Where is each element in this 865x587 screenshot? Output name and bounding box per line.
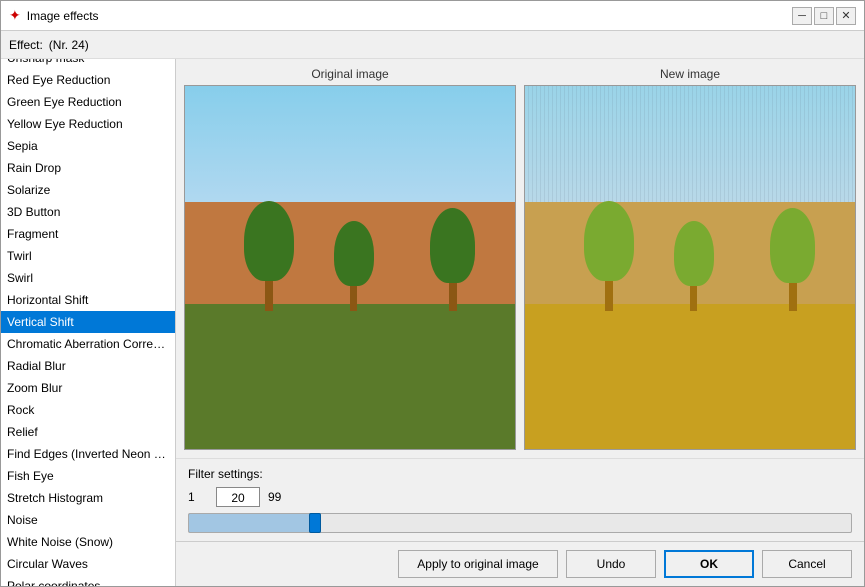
list-item[interactable]: Noise (1, 509, 175, 531)
list-item[interactable]: Green Eye Reduction (1, 91, 175, 113)
undo-button[interactable]: Undo (566, 550, 656, 578)
new-image (525, 86, 855, 449)
list-item[interactable]: Vertical Shift (1, 311, 175, 333)
slider-fill (189, 514, 315, 532)
list-item[interactable]: Unsharp mask (1, 59, 175, 69)
app-icon: ✦ (9, 7, 21, 24)
slider-min-value: 1 (188, 490, 208, 504)
bottom-buttons: Apply to original image Undo OK Cancel (176, 541, 864, 586)
cancel-button[interactable]: Cancel (762, 550, 852, 578)
filter-settings-label: Filter settings: (188, 467, 852, 481)
list-item[interactable]: Stretch Histogram (1, 487, 175, 509)
effect-row: Effect: (Nr. 24) (1, 31, 864, 59)
list-item[interactable]: Fragment (1, 223, 175, 245)
slider-thumb[interactable] (309, 513, 321, 533)
original-image-label: Original image (311, 67, 388, 81)
list-item[interactable]: Yellow Eye Reduction (1, 113, 175, 135)
ok-button[interactable]: OK (664, 550, 754, 578)
list-item[interactable]: Sepia (1, 135, 175, 157)
list-item[interactable]: Relief (1, 421, 175, 443)
effects-list[interactable]: BlurGaussian BlurFast Gaussian BlurBlur … (1, 59, 175, 586)
maximize-button[interactable]: □ (814, 7, 834, 25)
title-buttons: ─ □ ✕ (792, 7, 856, 25)
left-panel: BlurGaussian BlurFast Gaussian BlurBlur … (1, 59, 176, 586)
list-item[interactable]: Find Edges (Inverted Neon edge) (1, 443, 175, 465)
close-button[interactable]: ✕ (836, 7, 856, 25)
list-item[interactable]: Radial Blur (1, 355, 175, 377)
title-bar: ✦ Image effects ─ □ ✕ (1, 1, 864, 31)
list-item[interactable]: 3D Button (1, 201, 175, 223)
original-image-section: Original image (184, 67, 516, 450)
list-item[interactable]: Swirl (1, 267, 175, 289)
slider-row: 1 20 99 (188, 487, 852, 507)
slider-max-value: 99 (268, 490, 288, 504)
list-item[interactable]: Red Eye Reduction (1, 69, 175, 91)
list-item[interactable]: Fish Eye (1, 465, 175, 487)
main-window: ✦ Image effects ─ □ ✕ Effect: (Nr. 24) B… (0, 0, 865, 587)
new-image-box (524, 85, 856, 450)
apply-button[interactable]: Apply to original image (398, 550, 558, 578)
new-image-label: New image (660, 67, 720, 81)
slider-current-value[interactable]: 20 (216, 487, 260, 507)
list-item[interactable]: Zoom Blur (1, 377, 175, 399)
title-bar-left: ✦ Image effects (9, 7, 99, 24)
list-item[interactable]: Polar coordinates (1, 575, 175, 586)
slider-track[interactable] (188, 513, 852, 533)
list-item[interactable]: Chromatic Aberration Correction (1, 333, 175, 355)
list-item[interactable]: Solarize (1, 179, 175, 201)
main-content: BlurGaussian BlurFast Gaussian BlurBlur … (1, 59, 864, 586)
list-item[interactable]: Twirl (1, 245, 175, 267)
list-item[interactable]: Circular Waves (1, 553, 175, 575)
effect-label: Effect: (9, 38, 43, 52)
original-image-box (184, 85, 516, 450)
window-title: Image effects (27, 9, 99, 23)
list-item[interactable]: Horizontal Shift (1, 289, 175, 311)
filter-settings-area: Filter settings: 1 20 99 (176, 458, 864, 541)
minimize-button[interactable]: ─ (792, 7, 812, 25)
list-item[interactable]: White Noise (Snow) (1, 531, 175, 553)
right-panel: Original image (176, 59, 864, 586)
images-area: Original image (176, 59, 864, 458)
new-image-section: New image (524, 67, 856, 450)
list-item[interactable]: Rock (1, 399, 175, 421)
effect-value: (Nr. 24) (49, 38, 89, 52)
list-item[interactable]: Rain Drop (1, 157, 175, 179)
original-image (185, 86, 515, 449)
